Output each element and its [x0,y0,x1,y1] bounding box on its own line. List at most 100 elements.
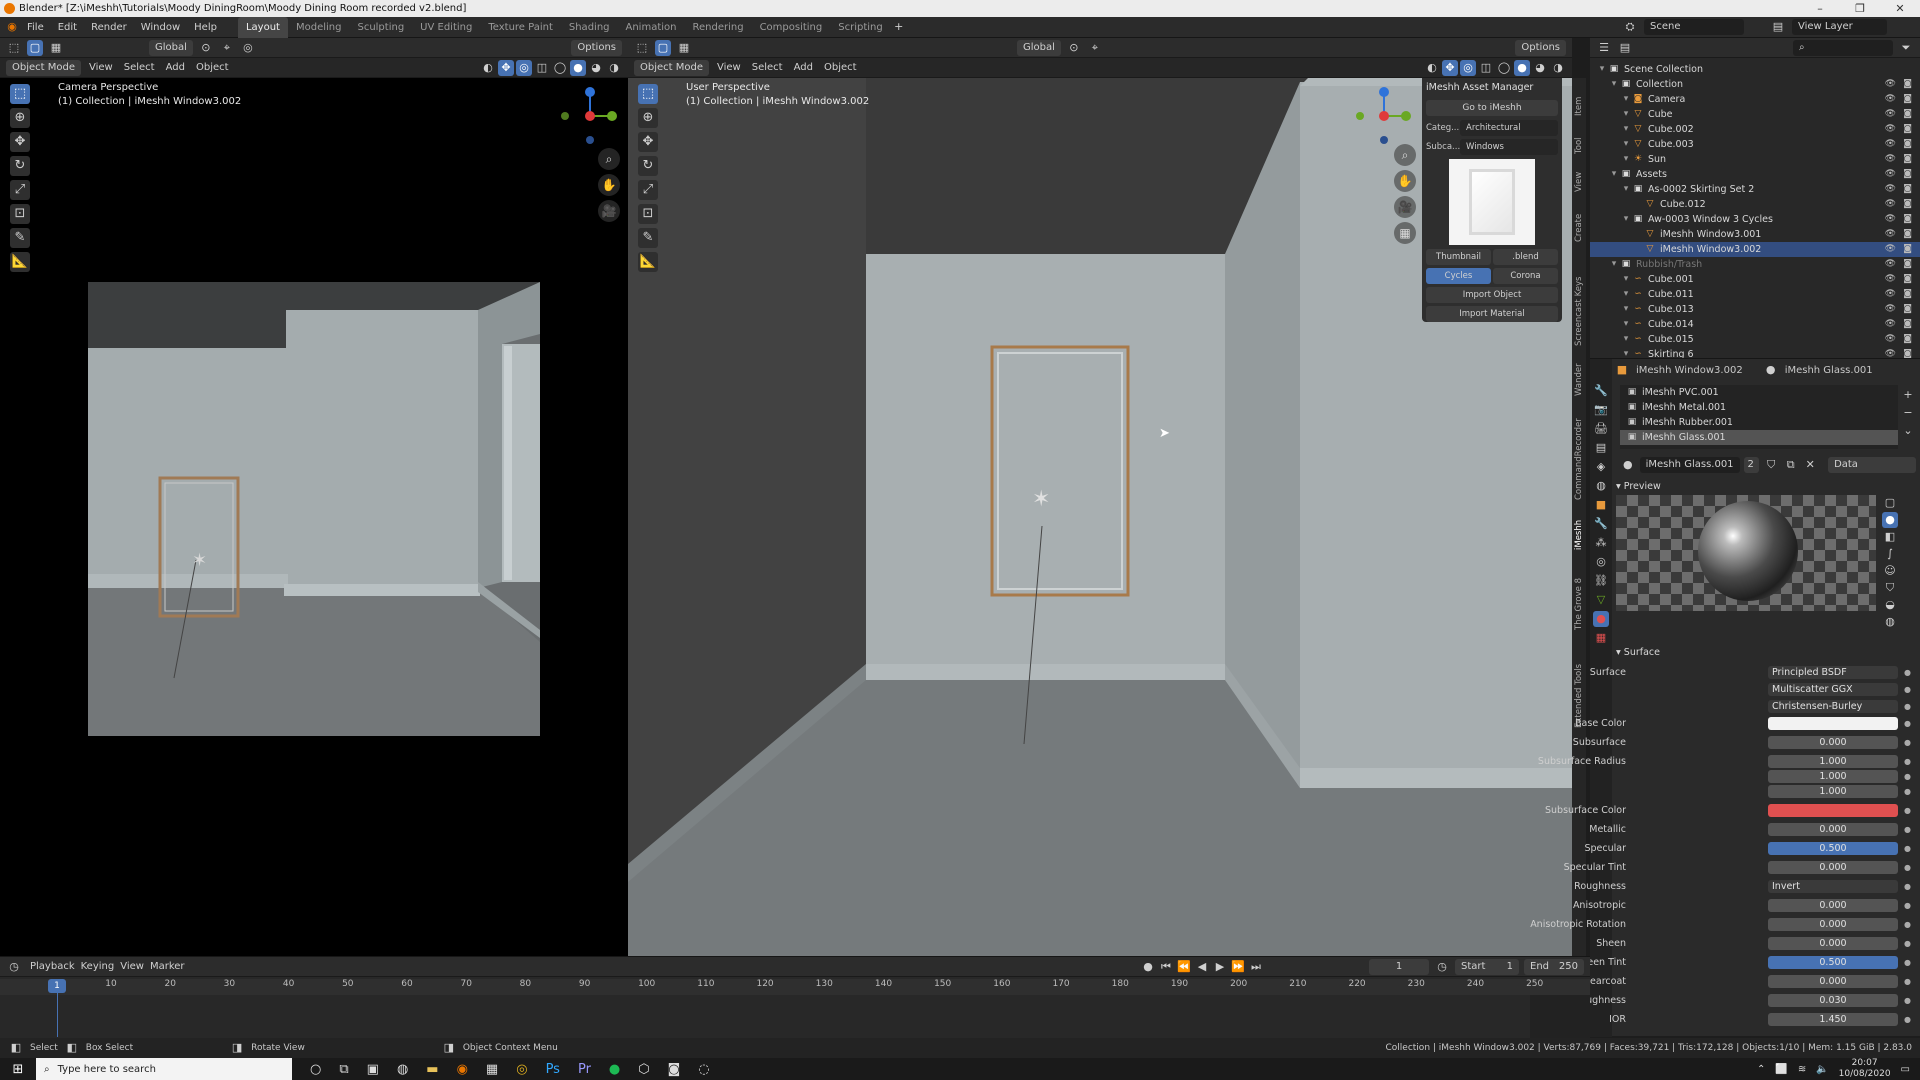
socket-dot-icon[interactable]: ● [1904,719,1911,728]
import-object-button[interactable]: Import Object [1426,287,1558,303]
slot-menu-icon[interactable]: ⌄ [1900,423,1916,439]
app-icon[interactable]: ◍ [397,1062,408,1077]
visibility-eye-icon[interactable]: 👁 [1885,317,1896,332]
timeline-menu-playback[interactable]: Playback [27,961,78,972]
clock[interactable]: 20:07 10/08/2020 [1839,1058,1891,1080]
property-field[interactable]: 1.000 [1768,754,1898,768]
scene-tab-icon[interactable]: ◈ [1593,459,1609,475]
jump-start-icon[interactable]: ⏮ [1158,959,1174,975]
preview-sphere-icon[interactable]: ● [1882,512,1898,528]
blender-menu-icon[interactable]: ◉ [4,19,20,35]
outliner-row[interactable]: ▾ ∽ Cube.013 👁 ◙ [1590,302,1920,317]
snap-icon[interactable]: ⌖ [1087,40,1103,56]
socket-dot-icon[interactable]: ● [1904,787,1911,796]
preview-panel-header[interactable]: ▾ Preview [1616,481,1661,492]
expand-icon[interactable]: ▾ [1620,332,1632,347]
move-tool-icon[interactable]: ✥ [638,132,658,152]
visibility-eye-icon[interactable]: 👁 [1885,77,1896,92]
mode-set-icon[interactable]: ▦ [48,40,64,56]
object-menu[interactable]: Object [821,62,860,73]
file-explorer-icon[interactable]: ▬ [426,1062,438,1077]
navigation-gizmo[interactable] [1348,82,1418,152]
socket-dot-icon[interactable]: ● [1904,757,1911,766]
select-menu[interactable]: Select [121,62,158,73]
calculator-icon[interactable]: ▦ [486,1062,498,1077]
add-menu[interactable]: Add [163,62,188,73]
cursor-tool-icon[interactable]: ⊕ [638,108,658,128]
property-field[interactable]: 0.000 [1768,898,1898,912]
annotate-tool-icon[interactable]: ✎ [10,228,30,248]
preview-monkey-icon[interactable]: ☺ [1882,563,1898,579]
property-field[interactable]: 1.000 [1768,784,1898,798]
outliner-row[interactable]: ▾ ▽ Cube.002 👁 ◙ [1590,122,1920,137]
navigation-gizmo[interactable] [550,82,620,152]
property-field[interactable]: Principled BSDF [1768,665,1898,679]
modifier-tab-icon[interactable]: 🔧 [1593,516,1609,532]
outliner-row[interactable]: ▾ ▣ Aw-0003 Window 3 Cycles 👁 ◙ [1590,212,1920,227]
transform-tool-icon[interactable]: ⊡ [638,204,658,224]
property-field[interactable]: 0.000 [1768,822,1898,836]
color-swatch[interactable] [1768,803,1898,817]
preview-cube-icon[interactable]: ◧ [1882,529,1898,545]
network-icon[interactable]: ⬜ [1775,1064,1787,1075]
sidebar-tab-commandrecorder[interactable]: CommandRecorder [1573,418,1585,500]
rotate-tool-icon[interactable]: ↻ [638,156,658,176]
shading-wire-icon[interactable]: ◯ [552,60,568,76]
shading-material-icon[interactable]: ◕ [1532,60,1548,76]
socket-dot-icon[interactable]: ● [1904,996,1911,1005]
tab-animation[interactable]: Animation [618,17,685,38]
gizmo-icon[interactable]: ✥ [1442,59,1458,76]
tray-chevron-icon[interactable]: ⌃ [1757,1064,1765,1075]
shading-render-icon[interactable]: ◑ [1550,60,1566,76]
tab-compositing[interactable]: Compositing [752,17,831,38]
timeline-editor-icon[interactable]: ◷ [6,959,22,975]
end-frame-field[interactable]: End 250 [1524,958,1584,975]
next-key-icon[interactable]: ⏩ [1230,959,1246,975]
add-menu[interactable]: Add [791,62,816,73]
property-field[interactable]: 0.000 [1768,917,1898,931]
visibility-icon[interactable]: ◐ [480,60,496,76]
property-field[interactable]: 0.000 [1768,974,1898,988]
expand-icon[interactable]: ▾ [1608,167,1620,182]
tab-rendering[interactable]: Rendering [684,17,751,38]
preview-fluid-icon[interactable]: ◒ [1882,597,1898,613]
cycles-engine-button[interactable]: Cycles [1426,268,1491,284]
visibility-eye-icon[interactable]: 👁 [1885,92,1896,107]
timeline-menu-view[interactable]: View [117,961,147,972]
thumbnail-tab[interactable]: Thumbnail [1426,249,1491,265]
expand-icon[interactable]: ▾ [1620,122,1632,137]
expand-icon[interactable]: ▾ [1620,272,1632,287]
render-camera-icon[interactable]: ◙ [1903,257,1912,272]
visibility-eye-icon[interactable]: 👁 [1885,227,1896,242]
overlay-icon[interactable]: ◎ [516,59,532,76]
snap-icon[interactable]: ⌖ [219,40,235,56]
xray-icon[interactable]: ◫ [1478,60,1494,76]
timeline-menu-keying[interactable]: Keying [78,961,118,972]
shading-material-icon[interactable]: ◕ [588,60,604,76]
mode-dropdown[interactable]: Object Mode [634,59,709,76]
move-tool-icon[interactable]: ✥ [10,132,30,152]
property-field[interactable]: Invert [1768,879,1898,893]
sidebar-tab-tool[interactable]: Tool [1573,137,1585,154]
render-camera-icon[interactable]: ◙ [1903,197,1912,212]
scale-tool-icon[interactable]: ⤢ [10,180,30,200]
menu-window[interactable]: Window [134,17,187,38]
expand-icon[interactable]: ▾ [1620,182,1632,197]
visibility-eye-icon[interactable]: 👁 [1885,287,1896,302]
socket-dot-icon[interactable]: ● [1904,939,1911,948]
property-field[interactable]: 0.500 [1768,955,1898,969]
outliner-row[interactable]: ▾ ▽ Cube 👁 ◙ [1590,107,1920,122]
go-to-imeshh-button[interactable]: Go to iMeshh [1426,100,1558,116]
property-field[interactable]: 1.450 [1768,1012,1898,1026]
users-count[interactable]: 2 [1743,457,1760,473]
tab-layout[interactable]: Layout [237,16,288,38]
link-dropdown[interactable]: Data [1828,457,1916,473]
render-camera-icon[interactable]: ◙ [1903,92,1912,107]
preview-world-icon[interactable]: ◍ [1882,614,1898,630]
socket-dot-icon[interactable]: ● [1904,738,1911,747]
sidebar-tab-item[interactable]: Item [1573,97,1585,116]
tab-scripting[interactable]: Scripting [830,17,890,38]
editor-type-icon[interactable]: ⬚ [6,40,22,56]
render-camera-icon[interactable]: ◙ [1903,137,1912,152]
measure-tool-icon[interactable]: 📐 [10,252,30,272]
